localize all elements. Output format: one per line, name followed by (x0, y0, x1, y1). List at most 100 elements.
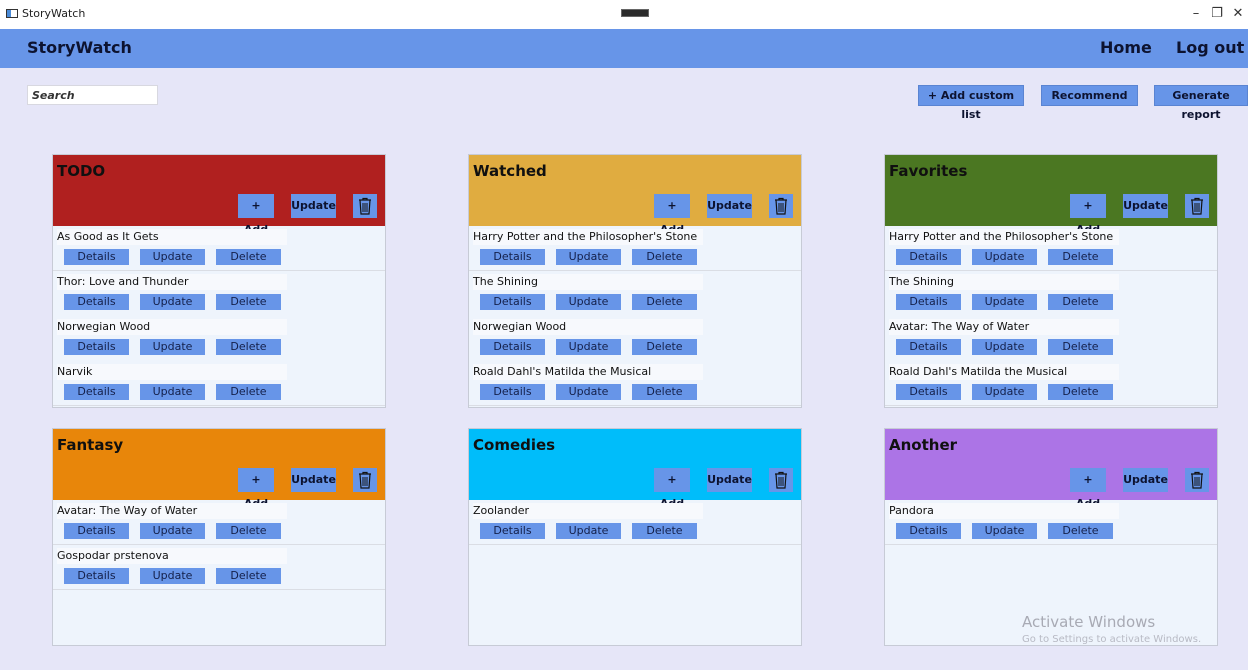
details-button[interactable]: Details (64, 568, 129, 584)
update-item-button[interactable]: Update (556, 384, 621, 400)
delete-list-trash-icon[interactable] (353, 468, 377, 492)
delete-item-button[interactable]: Delete (216, 523, 281, 539)
delete-item-button[interactable]: Delete (632, 339, 697, 355)
details-button[interactable]: Details (480, 294, 545, 310)
details-button[interactable]: Details (896, 523, 961, 539)
update-list-button[interactable]: Update (1123, 468, 1168, 492)
update-item-button[interactable]: Update (972, 384, 1037, 400)
list-header: Watched + Add Update (469, 155, 801, 236)
details-button[interactable]: Details (480, 339, 545, 355)
update-list-button[interactable]: Update (291, 194, 336, 218)
delete-item-button[interactable]: Delete (216, 339, 281, 355)
delete-item-button[interactable]: Delete (632, 294, 697, 310)
delete-item-button[interactable]: Delete (216, 249, 281, 265)
item-title: Avatar: The Way of Water (889, 319, 1119, 335)
search-input[interactable] (27, 85, 158, 105)
details-button[interactable]: Details (64, 523, 129, 539)
add-item-button[interactable]: + Add (1070, 468, 1106, 510)
update-item-button[interactable]: Update (972, 294, 1037, 310)
item-title: Narvik (57, 364, 287, 380)
details-button[interactable]: Details (64, 294, 129, 310)
recommend-button[interactable]: Recommend (1041, 85, 1138, 106)
item-title: Norwegian Wood (473, 319, 703, 335)
update-item-button[interactable]: Update (556, 523, 621, 539)
update-item-button[interactable]: Update (140, 339, 205, 355)
delete-list-trash-icon[interactable] (353, 194, 377, 218)
brand-title: StoryWatch (27, 38, 132, 57)
item-title: Harry Potter and the Philosopher's Stone (889, 229, 1119, 245)
list-header: Fantasy + Add Update (53, 429, 385, 510)
update-list-button[interactable]: Update (291, 468, 336, 492)
update-item-button[interactable]: Update (972, 523, 1037, 539)
app-icon (6, 9, 18, 18)
list-item: Norwegian Wood Details Update Delete (53, 316, 385, 361)
details-button[interactable]: Details (64, 339, 129, 355)
item-title: Thor: Love and Thunder (57, 274, 287, 290)
delete-item-button[interactable]: Delete (632, 249, 697, 265)
delete-item-button[interactable]: Delete (632, 523, 697, 539)
add-item-button[interactable]: + Add (654, 194, 690, 236)
add-item-button[interactable]: + Add (238, 468, 274, 510)
delete-item-button[interactable]: Delete (216, 294, 281, 310)
update-item-button[interactable]: Update (556, 249, 621, 265)
item-title: Gospodar prstenova (57, 548, 287, 564)
delete-item-button[interactable]: Delete (1048, 523, 1113, 539)
details-button[interactable]: Details (896, 249, 961, 265)
add-item-button[interactable]: + Add (1070, 194, 1106, 236)
update-item-button[interactable]: Update (140, 249, 205, 265)
nav-home-link[interactable]: Home (1100, 38, 1152, 57)
details-button[interactable]: Details (896, 294, 961, 310)
restore-icon[interactable]: ❐ (1207, 6, 1227, 22)
details-button[interactable]: Details (64, 384, 129, 400)
delete-list-trash-icon[interactable] (1185, 194, 1209, 218)
update-item-button[interactable]: Update (972, 339, 1037, 355)
item-title: The Shining (889, 274, 1119, 290)
update-item-button[interactable]: Update (140, 568, 205, 584)
list-item: Roald Dahl's Matilda the Musical Details U… (885, 361, 1217, 406)
details-button[interactable]: Details (480, 523, 545, 539)
list-item: Harry Potter and the Philosopher's Stone… (469, 226, 801, 271)
delete-list-trash-icon[interactable] (769, 468, 793, 492)
app-header: StoryWatch Home Log out (0, 29, 1248, 68)
details-button[interactable]: Details (64, 249, 129, 265)
delete-item-button[interactable]: Delete (1048, 294, 1113, 310)
list-title: Favorites (889, 162, 968, 180)
list-item: Zoolander Details Update Delete (469, 500, 801, 545)
delete-item-button[interactable]: Delete (632, 384, 697, 400)
list-title: TODO (57, 162, 106, 180)
minimize-icon[interactable]: – (1186, 6, 1206, 22)
update-list-button[interactable]: Update (707, 194, 752, 218)
watermark-subtitle: Go to Settings to activate Windows. (1022, 634, 1202, 645)
delete-list-trash-icon[interactable] (769, 194, 793, 218)
delete-item-button[interactable]: Delete (216, 384, 281, 400)
item-title: Roald Dahl's Matilda the Musical (473, 364, 703, 380)
details-button[interactable]: Details (480, 384, 545, 400)
list-header: TODO + Add Update (53, 155, 385, 236)
delete-item-button[interactable]: Delete (1048, 339, 1113, 355)
item-title: The Shining (473, 274, 703, 290)
delete-item-button[interactable]: Delete (1048, 384, 1113, 400)
generate-report-button[interactable]: Generate report (1154, 85, 1248, 121)
details-button[interactable]: Details (896, 339, 961, 355)
list-item: Roald Dahl's Matilda the Musical Details U… (469, 361, 801, 406)
delete-item-button[interactable]: Delete (1048, 249, 1113, 265)
update-list-button[interactable]: Update (707, 468, 752, 492)
add-item-button[interactable]: + Add (238, 194, 274, 236)
update-item-button[interactable]: Update (140, 384, 205, 400)
delete-list-trash-icon[interactable] (1185, 468, 1209, 492)
add-custom-list-button[interactable]: + Add custom list (918, 85, 1024, 121)
nav-logout-link[interactable]: Log out (1176, 38, 1244, 57)
update-item-button[interactable]: Update (140, 294, 205, 310)
details-button[interactable]: Details (480, 249, 545, 265)
update-item-button[interactable]: Update (140, 523, 205, 539)
delete-item-button[interactable]: Delete (216, 568, 281, 584)
update-list-button[interactable]: Update (1123, 194, 1168, 218)
add-item-button[interactable]: + Add (654, 468, 690, 510)
update-item-button[interactable]: Update (972, 249, 1037, 265)
update-item-button[interactable]: Update (556, 339, 621, 355)
watermark-title: Activate Windows (1022, 613, 1156, 631)
close-icon[interactable]: ✕ (1228, 6, 1248, 22)
update-item-button[interactable]: Update (556, 294, 621, 310)
details-button[interactable]: Details (896, 384, 961, 400)
drag-handle[interactable] (621, 9, 649, 17)
